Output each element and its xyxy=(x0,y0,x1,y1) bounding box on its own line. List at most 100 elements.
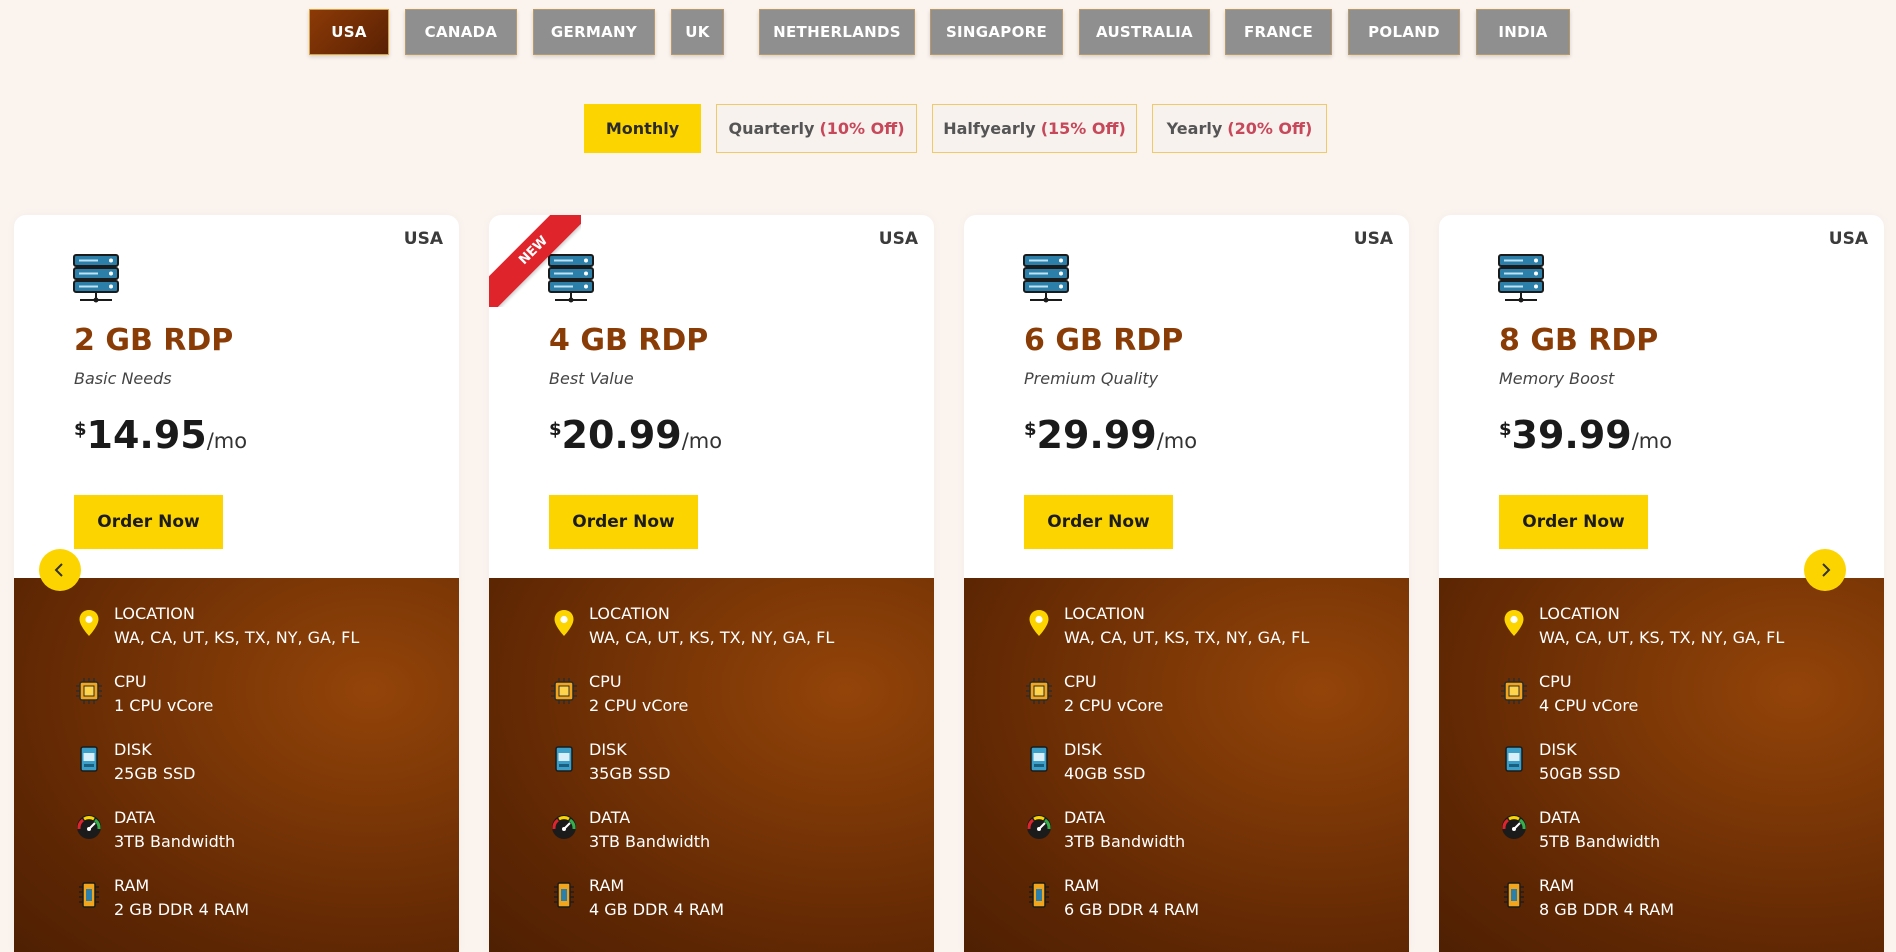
spec-value: 3TB Bandwidth xyxy=(589,832,711,851)
tab-country-australia[interactable]: AUSTRALIA xyxy=(1079,9,1210,55)
tab-country-singapore[interactable]: SINGAPORE xyxy=(930,9,1063,55)
spec-label: RAM xyxy=(1539,876,1575,895)
spec-label: CPU xyxy=(1064,672,1097,691)
spec-label: RAM xyxy=(589,876,625,895)
server-icon xyxy=(73,254,119,303)
billing-label: Quarterly xyxy=(728,119,815,138)
plan-price: $39.99/mo xyxy=(1499,413,1672,457)
spec-cpu: CPU 2 CPU vCore xyxy=(549,672,919,720)
tab-country-uk[interactable]: UK xyxy=(671,9,724,55)
plan-name: 4 GB RDP xyxy=(549,323,709,358)
ram-module-icon xyxy=(549,880,579,910)
spec-cpu: CPU 1 CPU vCore xyxy=(74,672,444,720)
spec-label: DISK xyxy=(1064,740,1102,759)
spec-value: 50GB SSD xyxy=(1539,764,1621,783)
spec-value: 2 CPU vCore xyxy=(1064,696,1164,715)
plan-country: USA xyxy=(403,229,443,249)
plan-tagline: Best Value xyxy=(549,369,634,388)
currency-symbol: $ xyxy=(549,419,562,440)
cpu-chip-icon xyxy=(1499,676,1529,706)
spec-location: LOCATION WA, CA, UT, KS, TX, NY, GA, FL xyxy=(1024,604,1394,652)
chevron-left-icon xyxy=(54,563,63,577)
spec-label: RAM xyxy=(1064,876,1100,895)
tab-country-india[interactable]: INDIA xyxy=(1476,9,1570,55)
price-period: /mo xyxy=(206,429,248,453)
ssd-disk-icon xyxy=(1499,744,1529,774)
spec-value: 35GB SSD xyxy=(589,764,671,783)
plan-country: USA xyxy=(1828,229,1868,249)
spec-ram: RAM 4 GB DDR 4 RAM xyxy=(549,876,919,924)
billing-label: Yearly xyxy=(1166,119,1223,138)
spec-disk: DISK 35GB SSD xyxy=(549,740,919,788)
currency-symbol: $ xyxy=(1499,419,1512,440)
cpu-chip-icon xyxy=(74,676,104,706)
currency-symbol: $ xyxy=(1024,419,1037,440)
carousel-next-button[interactable] xyxy=(1804,549,1846,591)
billing-cycle-tabs: Monthly Quarterly (10% Off) Halfyearly (… xyxy=(0,104,1896,154)
ram-module-icon xyxy=(74,880,104,910)
price-amount: 39.99 xyxy=(1511,413,1632,457)
order-now-button[interactable]: Order Now xyxy=(1024,495,1173,549)
spec-label: DATA xyxy=(114,808,156,827)
spec-value: WA, CA, UT, KS, TX, NY, GA, FL xyxy=(1064,628,1310,647)
spec-cpu: CPU 4 CPU vCore xyxy=(1499,672,1869,720)
spec-location: LOCATION WA, CA, UT, KS, TX, NY, GA, FL xyxy=(1499,604,1869,652)
order-now-button[interactable]: Order Now xyxy=(1499,495,1648,549)
plan-specs: LOCATION WA, CA, UT, KS, TX, NY, GA, FL CP… xyxy=(14,578,459,952)
spec-label: CPU xyxy=(589,672,622,691)
spec-label: DISK xyxy=(589,740,627,759)
spec-label: DATA xyxy=(589,808,631,827)
spec-value: 3TB Bandwidth xyxy=(114,832,236,851)
tab-billing-yearly[interactable]: Yearly (20% Off) xyxy=(1152,104,1327,153)
speedometer-icon xyxy=(1499,812,1529,842)
tab-billing-quarterly[interactable]: Quarterly (10% Off) xyxy=(716,104,917,153)
ram-module-icon xyxy=(1499,880,1529,910)
spec-value: 25GB SSD xyxy=(114,764,196,783)
cpu-chip-icon xyxy=(1024,676,1054,706)
cpu-chip-icon xyxy=(549,676,579,706)
plan-tagline: Memory Boost xyxy=(1499,369,1615,388)
tab-billing-halfyearly[interactable]: Halfyearly (15% Off) xyxy=(932,104,1137,153)
spec-label: DATA xyxy=(1539,808,1581,827)
plan-card: USA 2 GB RDP Basic Needs $14.95/mo Order… xyxy=(14,215,459,952)
spec-data: DATA 3TB Bandwidth xyxy=(549,808,919,856)
spec-label: DISK xyxy=(1539,740,1577,759)
speedometer-icon xyxy=(1024,812,1054,842)
spec-value: WA, CA, UT, KS, TX, NY, GA, FL xyxy=(114,628,360,647)
spec-value: 4 GB DDR 4 RAM xyxy=(589,900,725,919)
tab-billing-monthly[interactable]: Monthly xyxy=(584,104,701,153)
tab-country-canada[interactable]: CANADA xyxy=(405,9,517,55)
order-now-button[interactable]: Order Now xyxy=(74,495,223,549)
price-period: /mo xyxy=(1631,429,1673,453)
billing-label: Monthly xyxy=(605,119,680,138)
chevron-right-icon xyxy=(1822,563,1831,577)
spec-label: DISK xyxy=(114,740,152,759)
plan-country: USA xyxy=(878,229,918,249)
tab-country-usa[interactable]: USA xyxy=(309,9,389,55)
plan-price: $20.99/mo xyxy=(549,413,722,457)
tab-country-poland[interactable]: POLAND xyxy=(1348,9,1460,55)
plan-card: USA 6 GB RDP Premium Quality $29.99/mo O… xyxy=(964,215,1409,952)
ssd-disk-icon xyxy=(74,744,104,774)
tab-country-netherlands[interactable]: NETHERLANDS xyxy=(759,9,915,55)
price-amount: 20.99 xyxy=(561,413,682,457)
spec-value: 2 CPU vCore xyxy=(589,696,689,715)
plan-name: 8 GB RDP xyxy=(1499,323,1659,358)
price-amount: 14.95 xyxy=(86,413,207,457)
spec-disk: DISK 50GB SSD xyxy=(1499,740,1869,788)
plan-name: 6 GB RDP xyxy=(1024,323,1184,358)
spec-disk: DISK 25GB SSD xyxy=(74,740,444,788)
plan-country: USA xyxy=(1353,229,1393,249)
spec-location: LOCATION WA, CA, UT, KS, TX, NY, GA, FL xyxy=(74,604,444,652)
spec-data: DATA 3TB Bandwidth xyxy=(74,808,444,856)
price-amount: 29.99 xyxy=(1036,413,1157,457)
price-period: /mo xyxy=(1156,429,1198,453)
spec-value: 6 GB DDR 4 RAM xyxy=(1064,900,1200,919)
ssd-disk-icon xyxy=(1024,744,1054,774)
order-now-button[interactable]: Order Now xyxy=(549,495,698,549)
location-pin-icon xyxy=(549,608,579,638)
tab-country-france[interactable]: FRANCE xyxy=(1225,9,1332,55)
tab-country-germany[interactable]: GERMANY xyxy=(533,9,655,55)
location-pin-icon xyxy=(74,608,104,638)
carousel-prev-button[interactable] xyxy=(39,549,81,591)
